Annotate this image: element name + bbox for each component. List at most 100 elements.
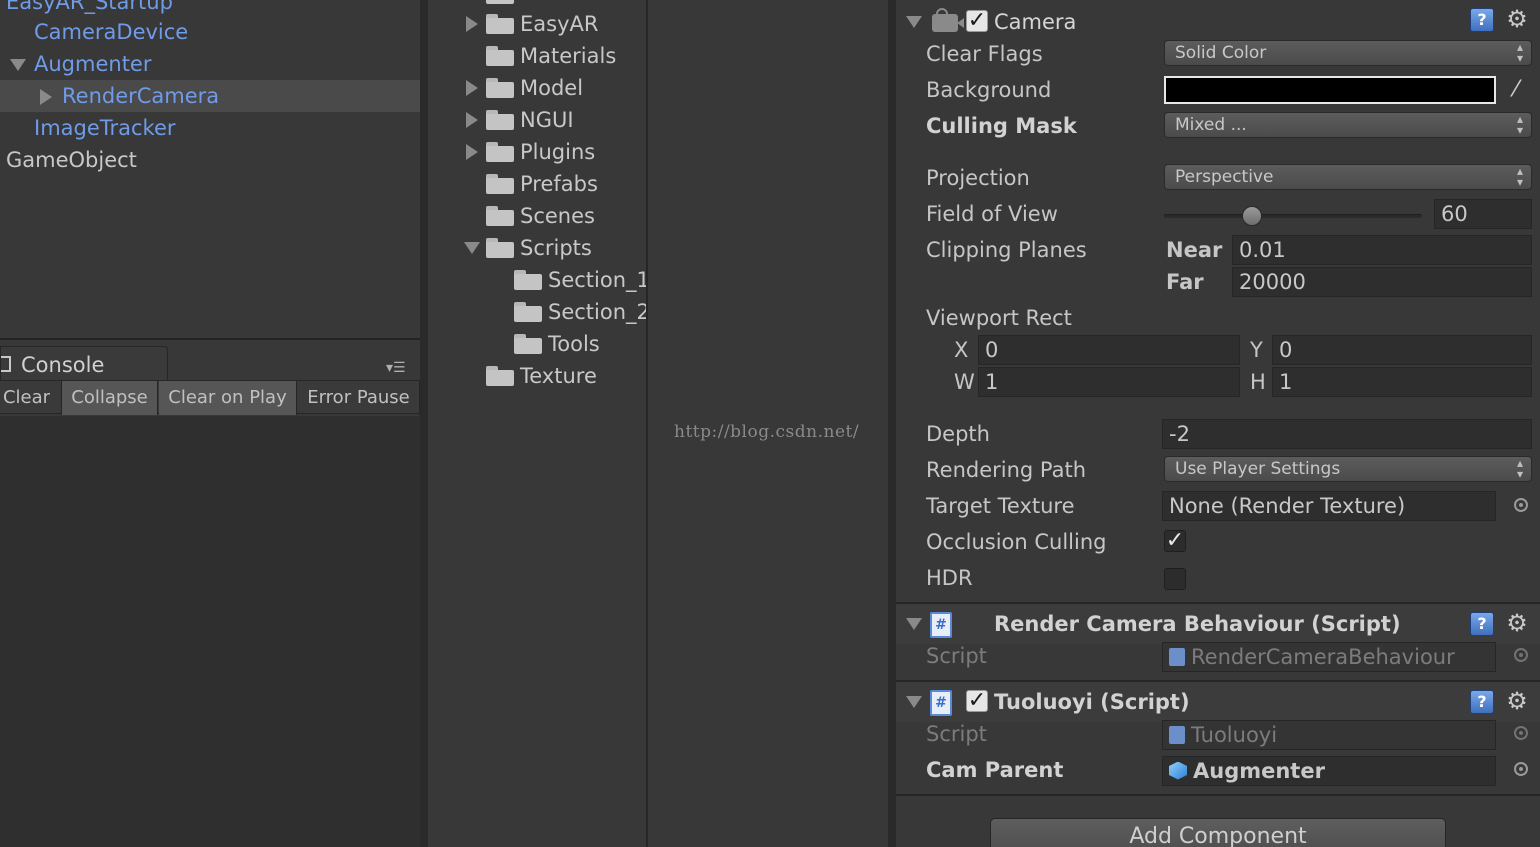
culling-mask-value: Mixed ... — [1175, 115, 1247, 135]
fold-arrow-icon[interactable] — [906, 618, 922, 630]
collapse-arrow-icon[interactable] — [466, 16, 478, 32]
script-field[interactable]: Tuoluoyi — [1162, 720, 1496, 750]
folder-icon — [514, 334, 542, 354]
hierarchy-item-label: ImageTracker — [34, 116, 176, 140]
folder-label: Prefabs — [520, 172, 598, 196]
cam-parent-field[interactable]: Augmenter — [1162, 756, 1496, 786]
panel-divider[interactable] — [888, 0, 896, 847]
folder-label: Scripts — [520, 236, 592, 260]
rendering-path-value: Use Player Settings — [1175, 459, 1341, 479]
fold-arrow-icon[interactable] — [906, 696, 922, 708]
folder-icon — [486, 238, 514, 258]
collapse-arrow-icon[interactable] — [40, 89, 52, 105]
projection-dropdown[interactable]: Perspective ▴ ▾ — [1164, 164, 1532, 190]
folder-icon — [486, 110, 514, 130]
console-log-area[interactable] — [0, 416, 420, 847]
viewport-y-field[interactable]: 0 — [1272, 335, 1532, 365]
hdr-label: HDR — [926, 566, 973, 590]
viewport-h-field[interactable]: 1 — [1272, 367, 1532, 397]
collapse-arrow-icon[interactable] — [466, 112, 478, 128]
viewport-w-field[interactable]: 1 — [978, 367, 1240, 397]
folder-icon — [486, 206, 514, 226]
script-label: Script — [926, 722, 987, 746]
gear-icon[interactable]: ⚙ — [1504, 610, 1530, 636]
eyedropper-icon[interactable]: ⁄ — [1502, 76, 1530, 104]
hierarchy-item-label: RenderCamera — [62, 84, 220, 108]
expand-arrow-icon[interactable] — [10, 59, 26, 71]
object-picker-icon[interactable] — [1514, 498, 1528, 512]
inspector-panel: ✓ Camera ? ⚙ Clear Flags Solid Color ▴ ▾ … — [896, 0, 1540, 847]
help-icon[interactable]: ? — [1470, 612, 1494, 636]
panel-menu-icon[interactable]: ▾☰ — [386, 360, 406, 376]
tuoluoyi-title: Tuoluoyi (Script) — [994, 690, 1190, 714]
hierarchy-item-imagetracker[interactable]: ImageTracker — [34, 112, 176, 144]
fov-field[interactable]: 60 — [1434, 199, 1532, 229]
hierarchy-item-augmenter[interactable]: Augmenter — [10, 48, 151, 80]
collapse-button[interactable]: Collapse — [62, 381, 158, 415]
near-field[interactable]: 0.01 — [1232, 235, 1532, 265]
folder-label: Model — [520, 76, 584, 100]
hierarchy-item-rendercamera[interactable]: RenderCamera — [0, 80, 420, 112]
projection-value: Perspective — [1175, 167, 1274, 187]
viewport-y-label: Y — [1250, 338, 1263, 362]
cam-parent-label: Cam Parent — [926, 758, 1064, 782]
collapse-arrow-icon[interactable] — [466, 80, 478, 96]
near-label: Near — [1166, 238, 1223, 262]
console-icon — [1, 356, 11, 372]
hierarchy-item-label: Augmenter — [34, 52, 152, 76]
cs-script-icon: # — [930, 690, 952, 716]
gear-icon[interactable]: ⚙ — [1504, 6, 1530, 32]
add-component-button[interactable]: Add Component — [990, 818, 1446, 847]
help-icon[interactable]: ? — [1470, 8, 1494, 32]
fov-slider-thumb[interactable] — [1242, 206, 1262, 226]
depth-field[interactable]: -2 — [1162, 419, 1532, 449]
expand-arrow-icon[interactable] — [464, 242, 480, 254]
cs-script-icon: # — [930, 612, 952, 638]
folder-label: Tools — [548, 332, 600, 356]
tuoluoyi-enabled-checkbox[interactable]: ✓ — [966, 690, 988, 712]
folder-label: Scenes — [520, 204, 595, 228]
script-asset-icon — [1169, 647, 1185, 666]
render-camera-behaviour-header[interactable]: # Render Camera Behaviour (Script) ? ⚙ — [896, 602, 1540, 644]
viewport-rect-label: Viewport Rect — [926, 306, 1072, 330]
folder-icon — [514, 302, 542, 322]
hierarchy-item-cameradevice[interactable]: CameraDevice — [34, 16, 188, 48]
dropdown-arrows-icon: ▴ ▾ — [1516, 164, 1523, 189]
rendering-path-dropdown[interactable]: Use Player Settings ▴ ▾ — [1164, 456, 1532, 482]
project-panel: EasyAR Materials Model NGUI Plugins Pref… — [428, 0, 646, 847]
folder-icon — [486, 174, 514, 194]
occlusion-culling-label: Occlusion Culling — [926, 530, 1107, 554]
collapse-arrow-icon[interactable] — [466, 144, 478, 160]
camera-enabled-checkbox[interactable]: ✓ — [966, 10, 988, 32]
folder-label: NGUI — [520, 108, 574, 132]
panel-divider[interactable] — [420, 0, 428, 847]
clear-flags-value: Solid Color — [1175, 43, 1267, 63]
fov-slider-track[interactable] — [1164, 214, 1422, 218]
occlusion-culling-checkbox[interactable]: ✓ — [1164, 530, 1186, 552]
object-picker-icon[interactable] — [1514, 762, 1528, 776]
hierarchy-item-gameobject[interactable]: GameObject — [6, 144, 137, 176]
viewport-x-field[interactable]: 0 — [978, 335, 1240, 365]
clear-button[interactable]: Clear — [0, 381, 62, 415]
clear-on-play-button[interactable]: Clear on Play — [159, 381, 297, 415]
folder-label: EasyAR — [520, 12, 599, 36]
clear-flags-dropdown[interactable]: Solid Color ▴ ▾ — [1164, 40, 1532, 66]
tab-console[interactable]: Console — [0, 346, 168, 380]
script-asset-icon — [1169, 725, 1185, 744]
hdr-checkbox[interactable] — [1164, 568, 1186, 590]
help-icon[interactable]: ? — [1470, 690, 1494, 714]
background-color-swatch[interactable] — [1164, 76, 1496, 104]
object-picker-icon[interactable] — [1514, 726, 1528, 740]
fold-arrow-icon[interactable] — [906, 16, 922, 28]
target-texture-field[interactable]: None (Render Texture) — [1162, 491, 1496, 521]
object-picker-icon[interactable] — [1514, 648, 1528, 662]
background-label: Background — [926, 78, 1052, 102]
tuoluoyi-header[interactable]: # ✓ Tuoluoyi (Script) ? ⚙ — [896, 680, 1540, 722]
gear-icon[interactable]: ⚙ — [1504, 688, 1530, 714]
far-field[interactable]: 20000 — [1232, 267, 1532, 297]
culling-mask-dropdown[interactable]: Mixed ... ▴ ▾ — [1164, 112, 1532, 138]
error-pause-button[interactable]: Error Pause — [298, 381, 420, 415]
script-field[interactable]: RenderCameraBehaviour — [1162, 642, 1496, 672]
script-value: Tuoluoyi — [1191, 723, 1278, 747]
console-panel: Console ▾☰ Clear Collapse Clear on Play … — [0, 338, 420, 847]
